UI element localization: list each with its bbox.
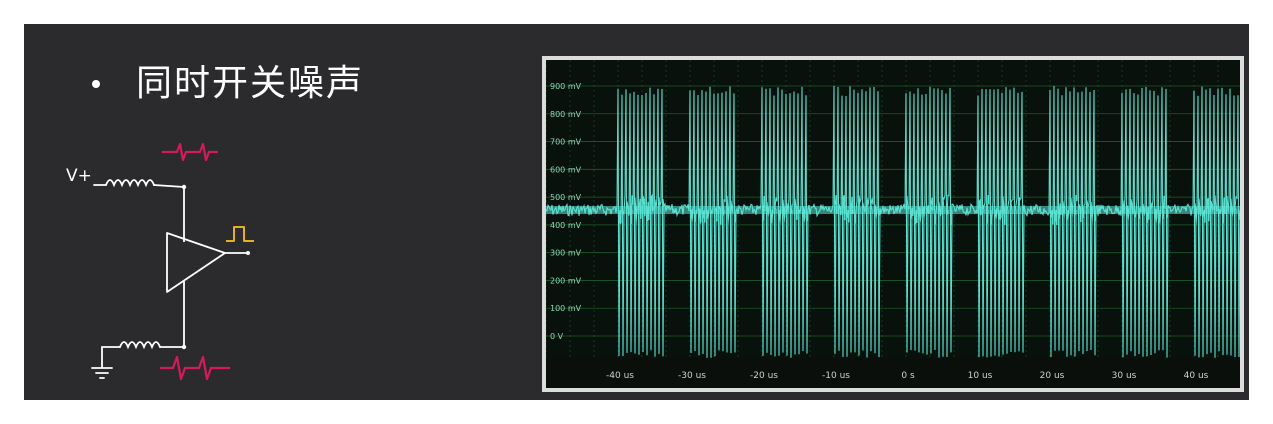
scope-canvas: 900 mV 800 mV 700 mV 600 mV 500 mV 400 mV 300 …: [546, 60, 1240, 388]
y-tick-label: 300 mV: [550, 249, 582, 258]
circuit-diagram: V+: [66, 142, 254, 381]
x-tick-label: 40 us: [1184, 371, 1209, 381]
x-tick-label: 20 us: [1040, 371, 1065, 381]
top-node-dot: [181, 184, 187, 190]
pulse-icon: [226, 226, 254, 242]
buffer-triangle-icon: [166, 225, 248, 347]
x-tick-label: 30 us: [1112, 371, 1137, 381]
scope-traces: [546, 85, 1240, 358]
glitch-icon-bottom: [160, 355, 230, 381]
y-tick-label: 900 mV: [550, 82, 582, 91]
y-tick-label: 800 mV: [550, 110, 582, 119]
y-tick-label: 100 mV: [550, 304, 582, 313]
x-axis-labels: -40 us -30 us -20 us -10 us 0 s 10 us 20 us 30 …: [606, 371, 1209, 381]
x-tick-label: -10 us: [822, 371, 850, 381]
waveform-trace: [546, 85, 1240, 358]
y-tick-label: 600 mV: [550, 165, 582, 174]
y-tick-label: 200 mV: [550, 276, 582, 285]
bullet-point: 同时开关噪声: [92, 62, 364, 106]
ground-icon: [91, 367, 113, 379]
y-tick-label: 500 mV: [550, 193, 582, 202]
x-tick-label: -20 us: [750, 371, 778, 381]
output-node-dot: [246, 251, 250, 255]
x-tick-label: 0 s: [901, 371, 915, 381]
top-inductor-icon: [93, 179, 185, 226]
baseline-band: [546, 206, 1240, 214]
y-tick-label: 700 mV: [550, 138, 582, 147]
x-tick-label: -40 us: [606, 371, 634, 381]
glitch-icon-top: [162, 142, 218, 162]
bottom-inductor-icon: [101, 341, 185, 368]
oscilloscope-display: 900 mV 800 mV 700 mV 600 mV 500 mV 400 mV 300 …: [546, 60, 1240, 388]
x-tick-label: -30 us: [678, 371, 706, 381]
supply-label: V+: [66, 166, 92, 186]
bullet-text: 同时开关噪声: [136, 63, 365, 104]
x-tick-label: 10 us: [968, 371, 993, 381]
y-tick-label: 400 mV: [550, 221, 582, 230]
bullet-dot-icon: [92, 80, 100, 88]
oscilloscope-screenshot: 900 mV 800 mV 700 mV 600 mV 500 mV 400 mV 300 …: [542, 56, 1244, 392]
y-tick-label: 0 V: [550, 332, 564, 341]
